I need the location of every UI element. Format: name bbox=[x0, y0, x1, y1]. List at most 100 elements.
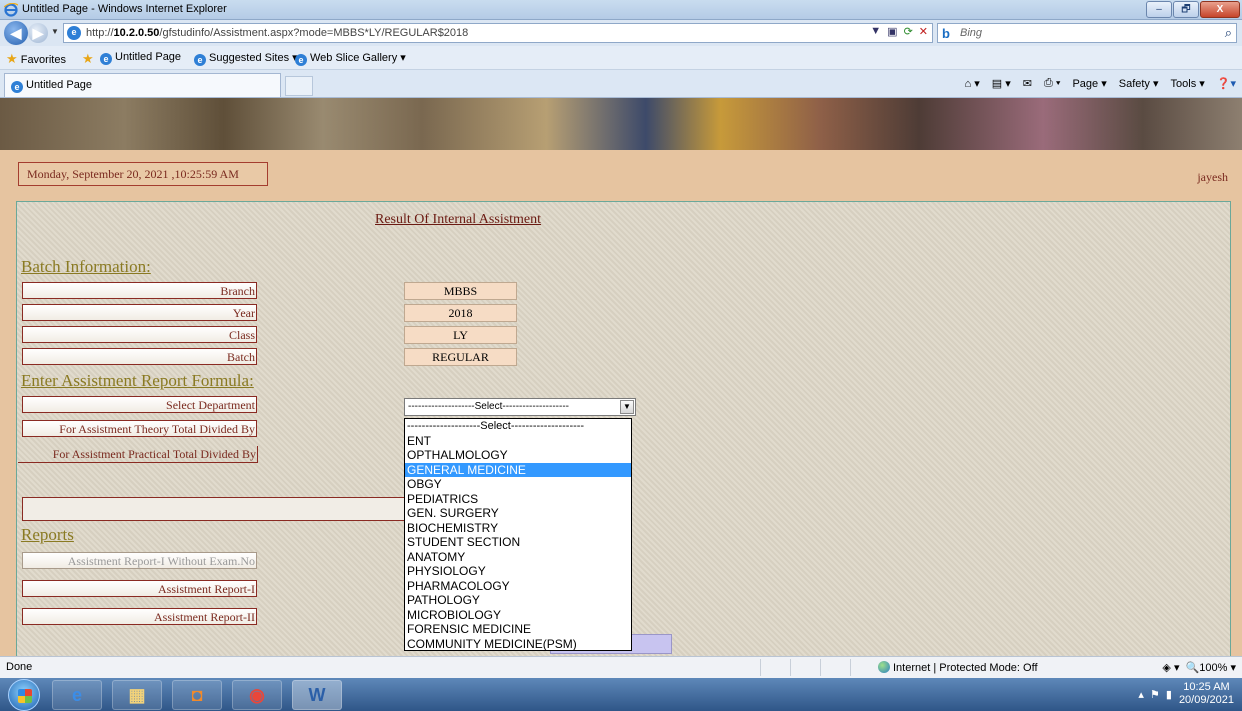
search-input[interactable]: Bing bbox=[960, 27, 982, 39]
page-icon: e bbox=[67, 26, 81, 40]
dept-option-pathology[interactable]: PATHOLOGY bbox=[405, 593, 631, 608]
dept-option-pharmacology[interactable]: PHARMACOLOGY bbox=[405, 579, 631, 594]
dept-option-anatomy[interactable]: ANATOMY bbox=[405, 550, 631, 565]
favorite-item-suggested-sites[interactable]: e Suggested Sites ▾ bbox=[194, 51, 298, 66]
page-title: Result Of Internal Assistment bbox=[375, 212, 542, 227]
report-1-button[interactable]: Assistment Report-I bbox=[22, 580, 257, 597]
zoom-level[interactable]: ◈ ▾ 🔍100% ▾ bbox=[1162, 661, 1236, 674]
batch-label: Batch bbox=[22, 348, 257, 365]
system-tray-icons[interactable]: ▴ ⚑ ▮ bbox=[1138, 688, 1172, 701]
home-icon[interactable]: ⌂ ▾ bbox=[965, 77, 980, 90]
class-label: Class bbox=[22, 326, 257, 343]
status-text: Done bbox=[6, 661, 33, 673]
add-favorite-icon[interactable]: ★ bbox=[82, 51, 94, 67]
address-bar[interactable]: e http://10.2.0.50/gfstudinfo/Assistment… bbox=[63, 23, 933, 43]
dept-option-general-medicine[interactable]: GENERAL MEDICINE bbox=[405, 462, 631, 477]
dept-option-ent[interactable]: ENT bbox=[405, 434, 631, 449]
status-segment bbox=[820, 659, 848, 676]
tab-untitled-page[interactable]: e Untitled Page bbox=[4, 73, 281, 97]
status-segment bbox=[760, 659, 788, 676]
report-1-without-exam-button[interactable]: Assistment Report-I Without Exam.No bbox=[22, 552, 257, 569]
mail-icon[interactable]: ✉ bbox=[1023, 77, 1032, 90]
print-icon[interactable]: ⎙ ▾ bbox=[1044, 77, 1060, 90]
chrome-taskbar-icon[interactable]: ◉ bbox=[232, 680, 282, 710]
dept-option-student-section[interactable]: STUDENT SECTION bbox=[405, 535, 631, 550]
window-title: Untitled Page - Windows Internet Explore… bbox=[22, 3, 227, 15]
datetime-display: Monday, September 20, 2021 ,10:25:59 AM bbox=[18, 162, 268, 186]
dept-option-gen-surgery[interactable]: GEN. SURGERY bbox=[405, 506, 631, 521]
favorites-bar: ★ Favorites ★ e Untitled Page e Suggested … bbox=[0, 46, 1242, 70]
branch-label: Branch bbox=[22, 282, 257, 299]
status-bar: Done Internet | Protected Mode: Off ◈ ▾ … bbox=[0, 656, 1242, 678]
branch-value: MBBS bbox=[404, 282, 517, 300]
status-segment bbox=[850, 659, 878, 676]
stop-icon[interactable]: ✕ bbox=[919, 25, 928, 38]
practical-divisor-label: For Assistment Practical Total Divided B… bbox=[18, 446, 258, 463]
compatibility-view-icon[interactable]: ▣ bbox=[887, 25, 897, 38]
minimize-button[interactable]: – bbox=[1146, 1, 1172, 18]
taskbar: e ▦ ◘ ◉ W ▴ ⚑ ▮ 10:25 AM 20/09/2021 bbox=[0, 678, 1242, 711]
close-window-button[interactable]: X bbox=[1200, 1, 1240, 18]
ie-taskbar-icon[interactable]: e bbox=[52, 680, 102, 710]
safety-menu[interactable]: Safety ▾ bbox=[1119, 77, 1159, 90]
message-box bbox=[22, 497, 417, 521]
explorer-taskbar-icon[interactable]: ▦ bbox=[112, 680, 162, 710]
formula-heading: Enter Assistment Report Formula: bbox=[21, 371, 254, 390]
star-icon: ★ bbox=[6, 51, 18, 66]
new-tab-button[interactable] bbox=[285, 76, 313, 96]
address-toolbar: ◀ ▶ ▼ e http://10.2.0.50/gfstudinfo/Assi… bbox=[0, 20, 1242, 46]
chevron-down-icon[interactable]: ▼ bbox=[620, 400, 634, 414]
bing-logo-icon: b bbox=[942, 26, 950, 41]
select-department-label: Select Department bbox=[22, 396, 257, 413]
media-taskbar-icon[interactable]: ◘ bbox=[172, 680, 222, 710]
command-bar: ⌂ ▾ ▤ ▾ ✉ ⎙ ▾ Page ▾ Safety ▾ Tools ▾ ❓▾ bbox=[965, 77, 1236, 90]
search-box[interactable]: b Bing ⌕ bbox=[937, 23, 1237, 43]
theory-divisor-label: For Assistment Theory Total Divided By bbox=[22, 420, 257, 437]
dept-option-forensic-medicine[interactable]: FORENSIC MEDICINE bbox=[405, 622, 631, 637]
address-url[interactable]: http://10.2.0.50/gfstudinfo/Assistment.a… bbox=[86, 27, 468, 39]
page-menu[interactable]: Page ▾ bbox=[1072, 77, 1106, 90]
status-segment bbox=[790, 659, 818, 676]
feeds-icon[interactable]: ▤ ▾ bbox=[992, 77, 1011, 90]
history-dropdown-icon[interactable]: ▼ bbox=[51, 27, 59, 36]
dept-option-select[interactable]: --------------------Select--------------… bbox=[405, 419, 631, 434]
batch-value: REGULAR bbox=[404, 348, 517, 366]
tab-bar: e Untitled Page ⌂ ▾ ▤ ▾ ✉ ⎙ ▾ Page ▾ Safe… bbox=[0, 70, 1242, 98]
refresh-icon[interactable]: ⟳ bbox=[904, 25, 913, 38]
maximize-button[interactable]: 🗗 bbox=[1173, 1, 1199, 18]
forward-button[interactable]: ▶ bbox=[28, 23, 48, 43]
window-title-bar: Untitled Page - Windows Internet Explore… bbox=[0, 0, 1242, 20]
user-name: jayesh bbox=[1197, 170, 1228, 184]
department-select[interactable]: --------------------Select--------------… bbox=[404, 398, 636, 416]
ie-logo-icon bbox=[3, 2, 19, 17]
year-value: 2018 bbox=[404, 304, 517, 322]
dept-option-opthalmology[interactable]: OPTHALMOLOGY bbox=[405, 448, 631, 463]
help-icon[interactable]: ❓▾ bbox=[1217, 77, 1236, 90]
favorite-item-web-slice-gallery[interactable]: e Web Slice Gallery ▾ bbox=[295, 51, 406, 66]
batch-info-heading: Batch Information: bbox=[21, 257, 151, 276]
search-icon[interactable]: ⌕ bbox=[1225, 25, 1232, 41]
word-taskbar-icon[interactable]: W bbox=[292, 680, 342, 710]
security-zone[interactable]: Internet | Protected Mode: Off bbox=[878, 661, 1038, 674]
year-label: Year bbox=[22, 304, 257, 321]
dept-option-community-medicine[interactable]: COMMUNITY MEDICINE(PSM) bbox=[405, 637, 631, 652]
back-button[interactable]: ◀ bbox=[4, 21, 28, 45]
clock[interactable]: 10:25 AM 20/09/2021 bbox=[1179, 681, 1234, 707]
favorites-button[interactable]: ★ Favorites bbox=[6, 51, 66, 67]
header-banner-image bbox=[0, 98, 1242, 150]
favorite-item-untitled[interactable]: e Untitled Page bbox=[100, 51, 181, 65]
dept-option-physiology[interactable]: PHYSIOLOGY bbox=[405, 564, 631, 579]
dept-option-pediatrics[interactable]: PEDIATRICS bbox=[405, 492, 631, 507]
class-value: LY bbox=[404, 326, 517, 344]
dept-option-obgy[interactable]: OBGY bbox=[405, 477, 631, 492]
reports-heading: Reports bbox=[21, 525, 74, 544]
dept-option-biochemistry[interactable]: BIOCHEMISTRY bbox=[405, 521, 631, 536]
windows-logo-icon bbox=[18, 689, 32, 703]
department-dropdown-list[interactable]: --------------------Select--------------… bbox=[404, 418, 632, 651]
dept-option-microbiology[interactable]: MICROBIOLOGY bbox=[405, 608, 631, 623]
report-2-button[interactable]: Assistment Report-II bbox=[22, 608, 257, 625]
tools-menu[interactable]: Tools ▾ bbox=[1171, 77, 1205, 90]
address-dropdown-icon[interactable]: ▼ bbox=[870, 25, 881, 38]
globe-icon bbox=[878, 661, 890, 673]
start-button[interactable] bbox=[8, 679, 40, 711]
